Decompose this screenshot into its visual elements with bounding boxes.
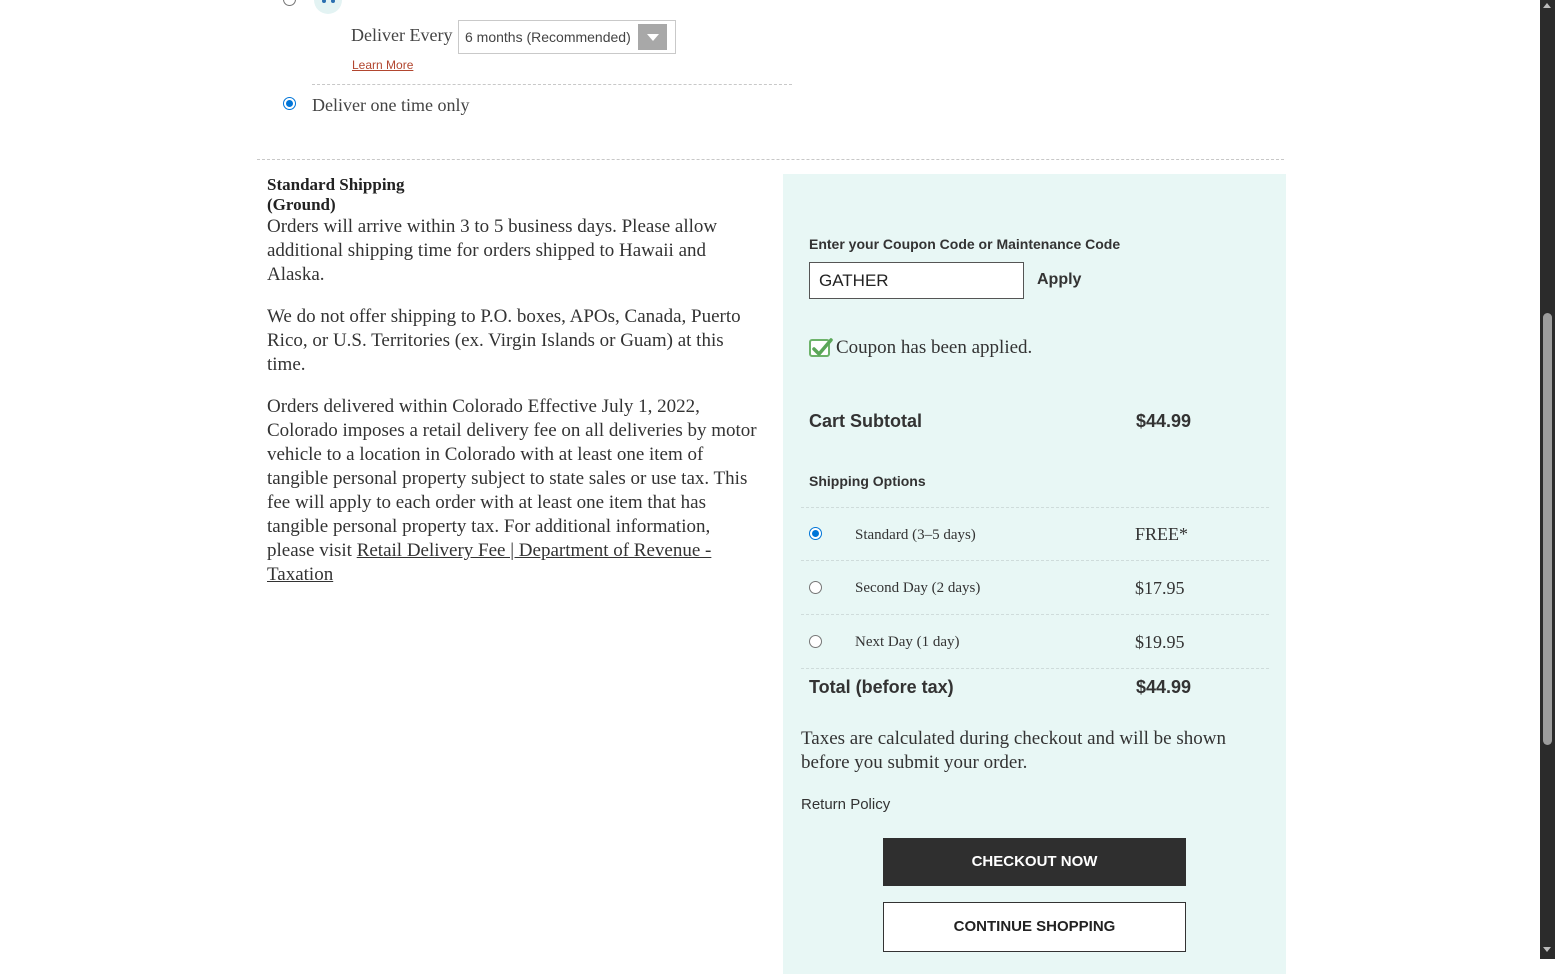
chevron-down-icon xyxy=(638,24,667,50)
subtotal-label: Cart Subtotal xyxy=(809,411,923,431)
shipping-option-radio-second-day[interactable] xyxy=(809,581,822,594)
coupon-input[interactable] xyxy=(809,262,1024,299)
subscribe-radio[interactable] xyxy=(283,0,296,6)
one-time-radio[interactable] xyxy=(283,97,296,110)
shipping-para-2: We do not offer shipping to P.O. boxes, … xyxy=(267,306,741,375)
shipping-option-price: FREE* xyxy=(1135,524,1189,544)
coupon-applied-message: Coupon has been applied. xyxy=(836,337,1033,358)
one-time-label: Deliver one time only xyxy=(312,95,470,115)
scroll-down-icon[interactable] xyxy=(1543,947,1551,952)
checkout-now-button[interactable]: CHECKOUT NOW xyxy=(883,838,1186,886)
delivery-divider xyxy=(312,84,792,85)
shipping-option-radio-standard[interactable] xyxy=(809,527,822,540)
frequency-select-value: 6 months (Recommended) xyxy=(465,29,631,45)
scroll-up-icon[interactable] xyxy=(1543,3,1551,8)
shipping-title: Standard Shipping (Ground) xyxy=(267,175,405,214)
checkmark-icon xyxy=(809,338,833,357)
shipping-option-price: $19.95 xyxy=(1135,632,1185,652)
tax-note: Taxes are calculated during checkout and… xyxy=(801,728,1226,773)
shipping-option-name: Next Day (1 day) xyxy=(855,634,960,650)
return-policy-link[interactable]: Return Policy xyxy=(801,796,890,813)
options-divider xyxy=(801,614,1269,615)
options-divider xyxy=(801,507,1269,508)
total-value: $44.99 xyxy=(1136,677,1192,697)
section-divider xyxy=(257,159,1284,160)
shipping-option-price: $17.95 xyxy=(1135,578,1185,598)
frequency-select[interactable]: 6 months (Recommended) xyxy=(458,20,676,54)
subtotal-value: $44.99 xyxy=(1136,411,1192,431)
shipping-option-name: Standard (3–5 days) xyxy=(855,527,976,543)
learn-more-link[interactable]: Learn More xyxy=(352,58,413,72)
truck-icon xyxy=(314,0,342,14)
apply-coupon-button[interactable]: Apply xyxy=(1037,271,1081,289)
options-divider xyxy=(801,668,1269,669)
shipping-para-1: Orders will arrive within 3 to 5 busines… xyxy=(267,216,718,285)
shipping-option-name: Second Day (2 days) xyxy=(855,580,981,596)
shipping-options-label: Shipping Options xyxy=(809,473,926,489)
shipping-para-3-text: Orders delivered within Colorado Effecti… xyxy=(267,396,757,561)
shipping-option-radio-next-day[interactable] xyxy=(809,635,822,648)
continue-shopping-button[interactable]: CONTINUE SHOPPING xyxy=(883,902,1186,952)
options-divider xyxy=(801,560,1269,561)
coupon-label: Enter your Coupon Code or Maintenance Co… xyxy=(809,236,1121,252)
total-label: Total (before tax) xyxy=(809,677,954,697)
shipping-para-3: Orders delivered within Colorado Effecti… xyxy=(267,395,757,587)
deliver-every-label: Deliver Every xyxy=(351,25,453,45)
scrollbar-thumb[interactable] xyxy=(1543,313,1552,745)
